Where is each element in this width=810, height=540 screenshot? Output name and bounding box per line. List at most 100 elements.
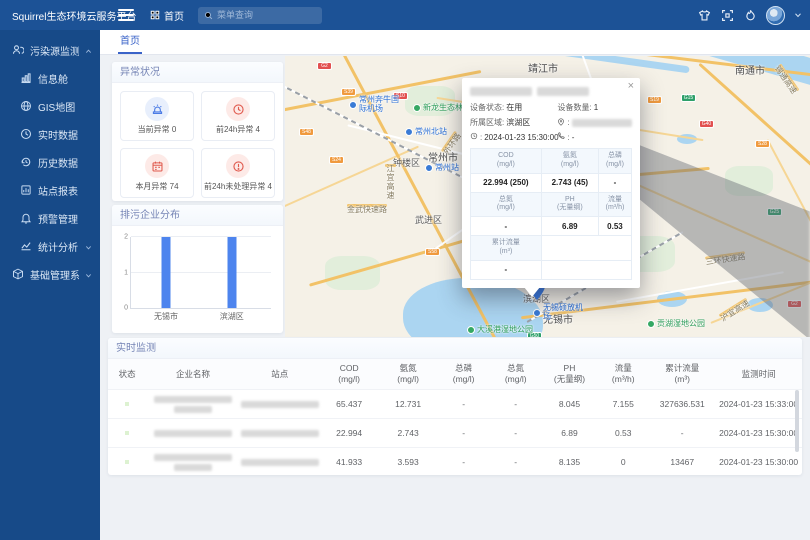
map-label-city: 靖江市 xyxy=(528,60,558,75)
value-cell: - xyxy=(438,390,490,419)
poi-blue-dot xyxy=(405,128,413,136)
chevron-down-icon[interactable] xyxy=(794,11,802,19)
clock-icon xyxy=(226,97,250,121)
abnormal-card-label: 前24h异常 4 xyxy=(216,124,260,135)
popup-field-label: 设备状态: xyxy=(470,102,504,113)
bar-chart: 012无锡市滨湖区 xyxy=(130,237,271,309)
sidebar-item-label: GIS地图 xyxy=(38,99,75,114)
value-cell: 8.135 xyxy=(542,448,598,477)
highway-badge: S58 xyxy=(425,248,440,256)
flame-icon[interactable] xyxy=(743,8,757,22)
sidebar-item-label: 信息舱 xyxy=(38,71,68,86)
popup-field-1: 设备数量: 1 xyxy=(557,102,632,113)
bar-无锡市[interactable] xyxy=(162,237,171,308)
abnormal-card-3[interactable]: 前24h未处理异常 4 xyxy=(201,148,275,198)
column-header: PH(无量纲) xyxy=(542,359,598,390)
app-root: Squirrel生态环境云服务平台 首页 污染源监测系统信息舱 GIS地图实时数据… xyxy=(0,0,810,540)
map-label-text: 大溪港湿地公园 xyxy=(477,324,533,335)
value-cell: 65.437 xyxy=(320,390,379,419)
popup-field-value: - xyxy=(572,133,575,142)
poi-blue-dot xyxy=(349,101,357,109)
redacted-text xyxy=(242,459,318,466)
table-row[interactable]: 41.9333.593--8.1350134672024-01-23 15:30… xyxy=(108,448,802,477)
sidebar-item-gis-map[interactable]: GIS地图 xyxy=(0,92,100,120)
sidebar-item-info-cabin[interactable]: 信息舱 xyxy=(0,64,100,92)
warning-manage-icon xyxy=(20,212,32,224)
clock-icon xyxy=(470,132,478,142)
value-cell: 327636.531 xyxy=(649,390,715,419)
sidebar-item-warning-manage[interactable]: 预警管理 xyxy=(0,204,100,232)
abnormal-card-1[interactable]: 前24h异常 4 xyxy=(201,91,275,141)
top-header: Squirrel生态环境云服务平台 首页 xyxy=(0,0,810,30)
popup-field-3: : xyxy=(557,117,632,128)
column-header: 累计流量(m³) xyxy=(649,359,715,390)
status-cell xyxy=(108,419,146,448)
device-info-popup: × 设备状态: 在用设备数量: 1所属区域: 滨湖区: : 2024-01-23… xyxy=(462,78,640,288)
company-name-cell xyxy=(146,390,240,419)
pollution-monitor-system-icon xyxy=(12,44,24,56)
search-input[interactable] xyxy=(217,10,316,20)
fullscreen-icon[interactable] xyxy=(720,8,734,22)
station-cell xyxy=(240,419,320,448)
map-label-poi-blue: 常州北站 xyxy=(405,128,447,137)
sidebar-item-label: 实时数据 xyxy=(38,127,78,142)
sidebar-item-label: 预警管理 xyxy=(38,211,78,226)
x-axis-label: 无锡市 xyxy=(154,311,178,322)
column-header: 站点 xyxy=(240,359,320,390)
bar-滨湖区[interactable] xyxy=(227,237,236,308)
popup-field-4: : 2024-01-23 15:30:00 xyxy=(470,132,557,142)
popup-shadow xyxy=(625,126,810,337)
redacted-text xyxy=(242,401,318,408)
sidebar-item-station-report[interactable]: 站点报表 xyxy=(0,176,100,204)
popup-metric-value: 22.994 (250) xyxy=(471,173,542,192)
company-name-cell xyxy=(146,419,240,448)
column-header: 状态 xyxy=(108,359,146,390)
gridline xyxy=(131,236,271,237)
popup-field-0: 设备状态: 在用 xyxy=(470,102,557,113)
hamburger-menu-icon[interactable] xyxy=(118,9,134,21)
tab-home[interactable]: 首页 xyxy=(118,30,142,54)
realtime-monitor-title: 实时监测 xyxy=(108,338,802,359)
map-label-text: 常州奔牛国际机场 xyxy=(359,96,405,114)
breadcrumb[interactable]: 首页 xyxy=(150,8,184,23)
popup-field-label: 设备数量: xyxy=(557,102,591,113)
phone-icon xyxy=(557,132,565,142)
value-cell: 3.593 xyxy=(379,448,438,477)
value-cell: - xyxy=(490,448,542,477)
theme-skin-icon[interactable] xyxy=(697,8,711,22)
base-manage-system-icon xyxy=(12,268,24,280)
popup-empty-cell xyxy=(541,260,631,279)
table-row[interactable]: 22.9942.743--6.890.53-2024-01-23 15:30:0… xyxy=(108,419,802,448)
popup-field-value: 1 xyxy=(594,103,598,112)
close-icon[interactable]: × xyxy=(628,81,634,92)
popup-metric-value: - xyxy=(598,173,631,192)
gis-map-icon xyxy=(20,100,32,112)
value-cell: - xyxy=(438,419,490,448)
stats-analysis-icon xyxy=(20,240,32,252)
redacted-text xyxy=(242,430,318,437)
map-label-road: 江宜高速 xyxy=(385,164,396,167)
table-scrollbar[interactable] xyxy=(795,390,799,452)
sidebar-item-history-data[interactable]: 历史数据 xyxy=(0,148,100,176)
popup-field-5: : - xyxy=(557,132,632,142)
abnormal-card-2[interactable]: 本月异常 74 xyxy=(120,148,194,198)
abnormal-card-label: 前24h未处理异常 4 xyxy=(204,181,272,192)
map-label-poi-green: 贡湖湿地公园 xyxy=(647,318,705,329)
chevron-down-icon xyxy=(85,243,92,250)
value-cell: - xyxy=(649,419,715,448)
abnormal-card-0[interactable]: 当前异常 0 xyxy=(120,91,194,141)
table-row[interactable]: 65.43712.731--8.0457.155327636.5312024-0… xyxy=(108,390,802,419)
chevron-down-icon xyxy=(85,271,92,278)
map-label-city: 南通市 xyxy=(735,62,765,77)
popup-metric-header: 氨氮(mg/l) xyxy=(541,149,598,174)
app-logo: Squirrel生态环境云服务平台 xyxy=(0,8,106,23)
sidebar-item-pollution-monitor-system[interactable]: 污染源监测系统 xyxy=(0,36,100,64)
map-label-text: 贡湖湿地公园 xyxy=(657,318,705,329)
sidebar-item-base-manage-system[interactable]: 基础管理系统 xyxy=(0,260,100,288)
popup-metrics-table: COD(mg/l)氨氮(mg/l)总磷(mg/l)22.994 (250)2.7… xyxy=(470,148,632,280)
popup-empty-cell xyxy=(541,236,631,261)
sidebar-item-realtime-data[interactable]: 实时数据 xyxy=(0,120,100,148)
sidebar-item-stats-analysis[interactable]: 统计分析 xyxy=(0,232,100,260)
avatar[interactable] xyxy=(766,6,785,25)
menu-search[interactable] xyxy=(198,7,322,24)
